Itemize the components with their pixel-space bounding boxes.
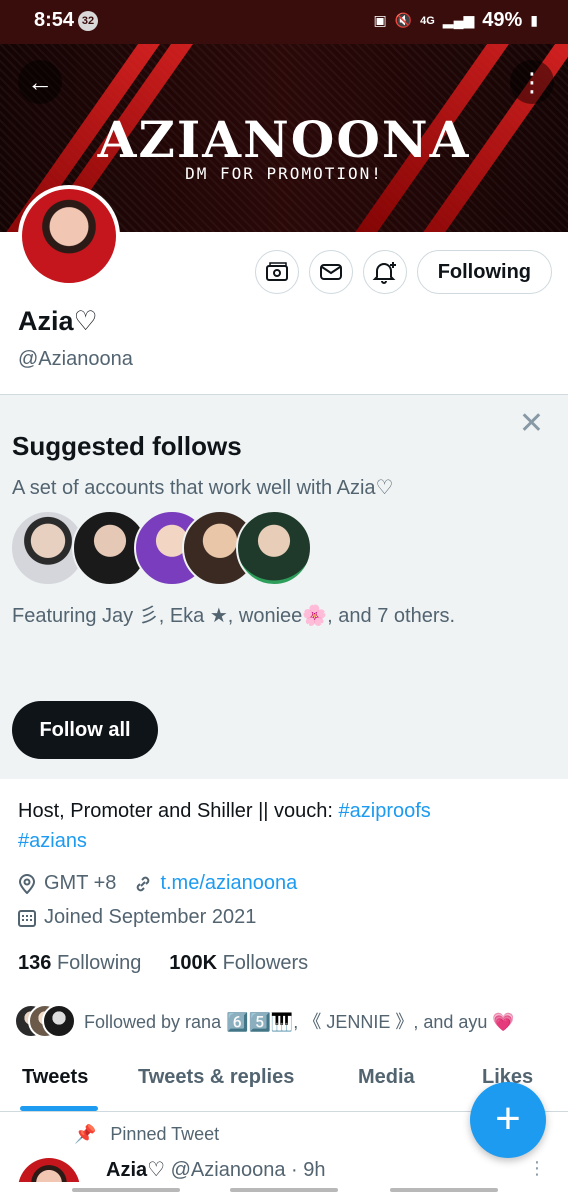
profile-bio: Host, Promoter and Shiller || vouch: #az… — [18, 796, 548, 856]
tab-tweets[interactable]: Tweets — [22, 1066, 88, 1089]
system-icons: ▣ 🔇 4G ▂▄▆ 49% ▮ — [373, 9, 538, 32]
profile-meta-location: GMT +8 t.me/azianoona — [18, 872, 297, 895]
suggested-description: A set of accounts that work well with Az… — [12, 477, 394, 499]
battery-level: 49% — [482, 9, 523, 31]
bell-plus-icon — [372, 262, 396, 284]
suggested-featuring: Featuring Jay 彡, Eka ★, woniee🌸, and 7 o… — [12, 605, 456, 627]
tip-jar-button[interactable] — [254, 250, 299, 294]
banner-subtitle: DM FOR PROMOTION! — [185, 164, 383, 183]
avatar — [42, 1004, 76, 1038]
active-tab-indicator — [20, 1106, 98, 1111]
nav-back-handle[interactable] — [390, 1188, 498, 1192]
notify-button[interactable] — [362, 250, 407, 294]
pin-icon: 📌 — [74, 1124, 97, 1144]
avatar[interactable] — [236, 510, 312, 586]
tweet-more-icon[interactable]: ⋮ — [528, 1158, 546, 1179]
pinned-text: Pinned Tweet — [110, 1124, 220, 1144]
hashtag-link[interactable]: #azians — [18, 830, 87, 852]
profile-handle: @Azianoona — [18, 348, 133, 370]
banner-title: AZIANOONA — [97, 110, 471, 169]
profile-link[interactable]: t.me/azianoona — [160, 872, 297, 895]
following-count: 136 — [18, 952, 52, 974]
tweet-author-meta: @Azianoona · 9h — [170, 1159, 326, 1181]
following-button[interactable]: Following — [416, 250, 552, 294]
profile-actions: Following — [254, 250, 552, 294]
envelope-icon — [319, 264, 342, 280]
follow-counts: 136 Following 100K Followers — [18, 952, 308, 975]
mute-icon: 🔇 — [394, 12, 413, 28]
follow-all-button[interactable]: Follow all — [12, 701, 158, 759]
followed-by[interactable]: Followed by rana 6️⃣5️⃣🎹, 《 JENNIE 》, an… — [14, 1004, 515, 1038]
followers-count: 100K — [169, 952, 218, 974]
suggested-follows-card: ✕ Suggested follows A set of accounts th… — [0, 394, 568, 779]
network-type: 4G — [420, 14, 435, 27]
calendar-icon — [18, 909, 36, 927]
suggested-title: Suggested follows — [12, 431, 242, 461]
nav-home-handle[interactable] — [230, 1188, 338, 1192]
tab-tweets-replies[interactable]: Tweets & replies — [138, 1066, 294, 1089]
clock: 8:54 — [34, 9, 75, 31]
bio-text: Host, Promoter and Shiller || vouch: — [18, 800, 339, 822]
nav-recents-handle[interactable] — [72, 1188, 180, 1192]
back-icon[interactable]: ← — [18, 60, 62, 104]
notification-count-badge: 32 — [78, 11, 98, 31]
battery-saver-icon: ▣ — [373, 12, 387, 28]
location-pin-icon — [18, 873, 36, 894]
hashtag-link[interactable]: #aziproofs — [339, 800, 431, 822]
joined-date: Joined September 2021 — [44, 906, 257, 928]
compose-tweet-button[interactable]: + — [470, 1082, 546, 1158]
location-text: GMT +8 — [44, 872, 117, 894]
money-icon — [265, 262, 288, 281]
followed-by-text: Followed by rana 6️⃣5️⃣🎹, 《 JENNIE 》, an… — [84, 1012, 515, 1032]
battery-icon: ▮ — [530, 12, 538, 28]
plus-icon: + — [495, 1094, 521, 1143]
close-icon[interactable]: ✕ — [519, 409, 544, 439]
profile-meta-joined: Joined September 2021 — [18, 906, 256, 929]
pinned-tweet-label: 📌 Pinned Tweet — [74, 1124, 219, 1145]
system-navigation-bar — [0, 1182, 568, 1200]
status-bar: 8:54 32 ▣ 🔇 4G ▂▄▆ 49% ▮ — [0, 0, 568, 44]
followed-by-avatars — [14, 1004, 76, 1038]
tab-media[interactable]: Media — [358, 1066, 415, 1089]
suggested-avatars[interactable] — [10, 510, 312, 586]
followers-count-link[interactable]: 100K Followers — [169, 952, 308, 974]
tweet-author-name: Azia♡ — [106, 1159, 166, 1181]
profile-avatar[interactable] — [18, 185, 120, 287]
tweet-author[interactable]: Azia♡ @Azianoona · 9h — [106, 1157, 325, 1182]
link-icon — [137, 876, 150, 891]
message-button[interactable] — [308, 250, 353, 294]
profile-name: Azia♡ — [18, 306, 98, 336]
signal-icon: ▂▄▆ — [442, 12, 475, 28]
following-count-link[interactable]: 136 Following — [18, 952, 141, 974]
more-options-icon[interactable]: ⋮ — [510, 60, 554, 104]
